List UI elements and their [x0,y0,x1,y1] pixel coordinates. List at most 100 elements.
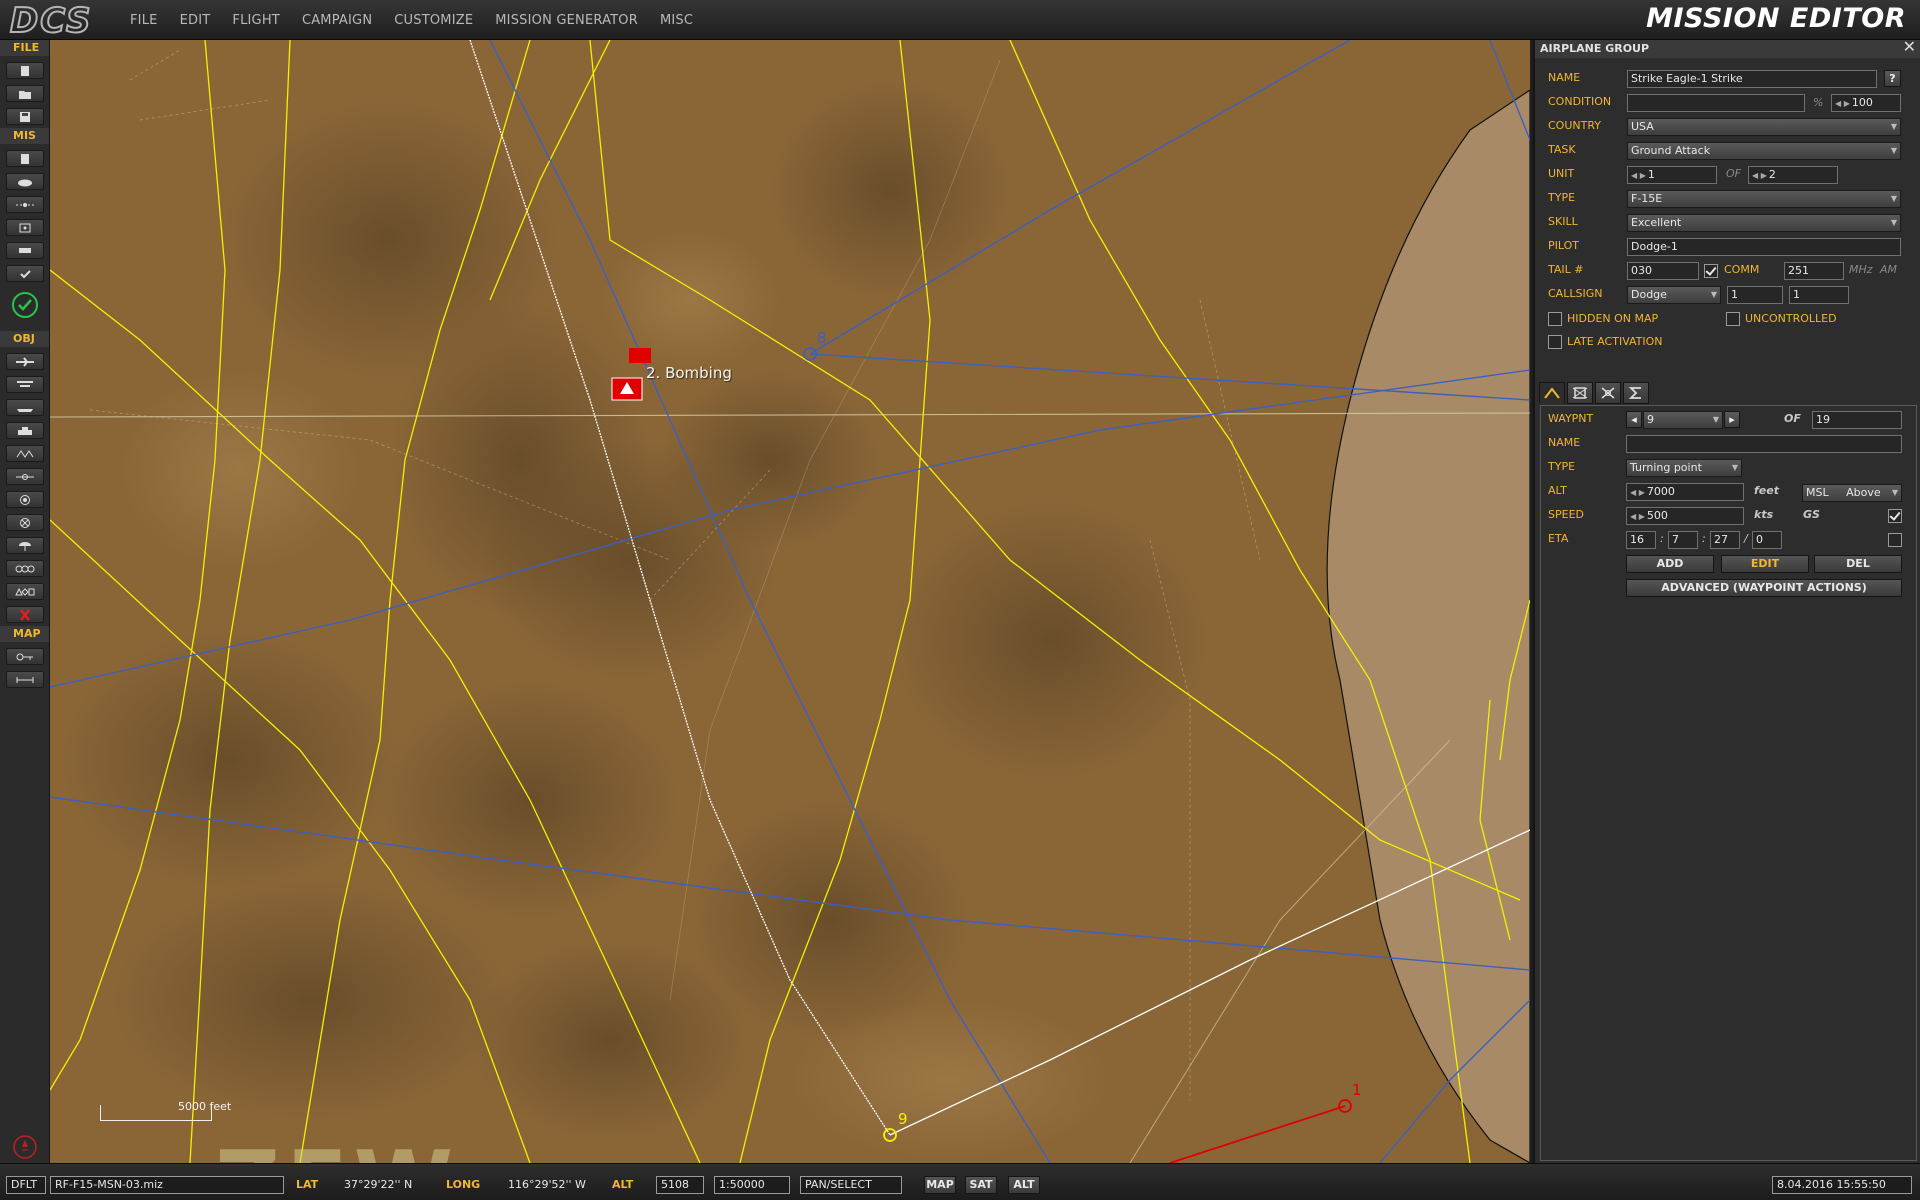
callsign-dropdown[interactable]: Dodge ▼ [1627,286,1721,304]
unit-count-spinner[interactable]: ◀ ▶ 2 [1748,166,1838,184]
hidden-on-map-checkbox[interactable] [1548,312,1562,326]
map-view-button[interactable]: MAP [924,1176,956,1194]
waypoint-label-9: 9 [898,1110,908,1128]
edit-waypoint-button[interactable]: EDIT [1721,555,1809,573]
triggers-button[interactable] [6,196,44,213]
save-mission-button[interactable] [6,108,44,125]
status-bar: DFLT RF-F15-MSN-03.miz LAT 37°29'22'' N … [0,1163,1920,1200]
chevron-down-icon: ▼ [1710,290,1717,299]
add-nav-point-button[interactable] [6,468,44,485]
add-static-button[interactable] [6,445,44,462]
delete-waypoint-button[interactable]: DEL [1814,555,1902,573]
add-zone-button[interactable] [6,491,44,508]
trigger-zone-button[interactable] [6,219,44,236]
prev-waypoint-button[interactable]: ◂ [1626,411,1642,428]
altitude-view-button[interactable]: ALT [1008,1176,1040,1194]
eta-second-field[interactable]: 0 [1752,531,1782,549]
help-button[interactable]: ? [1884,70,1901,87]
add-ship-button[interactable] [6,399,44,416]
add-airplane-button[interactable] [6,353,44,370]
tab-route[interactable] [1539,382,1565,404]
advanced-waypoint-actions-button[interactable]: ADVANCED (WAYPOINT ACTIONS) [1626,579,1902,597]
ruler-button[interactable] [6,671,44,688]
speed-lock-checkbox[interactable] [1888,509,1902,523]
target-flag-marker[interactable] [629,348,651,363]
uncontrolled-checkbox[interactable] [1726,312,1740,326]
eta-minute-field[interactable]: 27 [1710,531,1740,549]
menu-flight[interactable]: FLIGHT [232,13,280,28]
altitude-spinner[interactable]: ◀ ▶ 7000 [1626,483,1744,501]
menu-customize[interactable]: CUSTOMIZE [394,13,473,28]
static-object-icon [16,449,34,458]
menu-file[interactable]: FILE [130,13,158,28]
eta-day-field[interactable]: 16 [1626,531,1656,549]
compass-icon[interactable] [12,1134,38,1160]
aircraft-type-dropdown[interactable]: F-15E ▼ [1627,190,1901,208]
main-menu: FILE EDIT FLIGHT CAMPAIGN CUSTOMIZE MISS… [130,0,715,40]
check-mission-button[interactable] [6,265,44,282]
close-icon[interactable]: ✕ [1903,38,1916,56]
menu-misc[interactable]: MISC [660,13,693,28]
group-name-field[interactable]: Strike Eagle-1 Strike [1627,70,1877,88]
tail-number-field[interactable]: 030 [1627,262,1699,280]
map-options-button[interactable] [6,648,44,665]
shapes-icon [15,587,35,596]
eta-lock-checkbox[interactable] [1888,533,1902,547]
mission-map[interactable]: 2. Bombing 8 9 1 ZEW 5000 feet [50,40,1530,1163]
menu-edit[interactable]: EDIT [180,13,211,28]
menu-campaign[interactable]: CAMPAIGN [302,13,372,28]
weather-button[interactable] [6,173,44,190]
open-mission-button[interactable] [6,85,44,102]
delete-object-button[interactable] [6,606,44,623]
waypoint-editor: WAYPNT ◂ 9 ▼ ▸ OF 19 NAME TYPE Turning po… [1540,405,1917,1161]
mission-file-name: RF-F15-MSN-03.miz [50,1176,284,1194]
payload-tab-icon [1601,387,1615,399]
unit-spinner[interactable]: ◀ ▶ 1 [1627,166,1717,184]
country-label: COUNTRY [1548,119,1601,132]
menu-mission-generator[interactable]: MISSION GENERATOR [495,13,638,28]
route-tab-icon [1544,387,1560,399]
skill-dropdown[interactable]: Excellent ▼ [1627,214,1901,232]
flag-icon [19,247,31,253]
add-marker-button[interactable] [6,514,44,531]
waypoint-dropdown[interactable]: 9 ▼ [1643,411,1723,429]
next-waypoint-button[interactable]: ▸ [1724,411,1740,428]
satellite-view-button[interactable]: SAT [965,1176,997,1194]
eta-hour-field[interactable]: 7 [1668,531,1698,549]
mission-valid-icon[interactable] [10,290,40,320]
panel-header: AIRPLANE GROUP ✕ [1535,38,1920,58]
pilot-field[interactable]: Dodge-1 [1627,238,1901,256]
tab-payload[interactable] [1595,382,1621,404]
speed-spinner[interactable]: ◀ ▶ 500 [1626,507,1744,525]
chevron-down-icon: ▼ [1890,218,1897,227]
comm-frequency-field[interactable]: 251 [1784,262,1844,280]
condition-percent-spinner[interactable]: ◀ ▶ 100 [1831,94,1901,112]
add-parachute-button[interactable] [6,537,44,554]
briefing-button[interactable] [6,150,44,167]
uncontrolled-label: UNCONTROLLED [1745,312,1837,325]
country-value: USA [1631,120,1654,133]
task-dropdown[interactable]: Ground Attack ▼ [1627,142,1901,160]
goals-button[interactable] [6,242,44,259]
add-template-button[interactable] [6,560,44,577]
late-activation-checkbox[interactable] [1548,335,1562,349]
callsign-number-2[interactable]: 1 [1789,286,1849,304]
add-helicopter-button[interactable] [6,376,44,393]
waypoint-name-field[interactable] [1626,435,1902,453]
callsign-number-1[interactable]: 1 [1727,286,1783,304]
tab-targets[interactable] [1567,382,1593,404]
country-dropdown[interactable]: USA ▼ [1627,118,1901,136]
waypoint-type-dropdown[interactable]: Turning point ▼ [1626,459,1742,477]
condition-field[interactable] [1627,94,1805,112]
key-icon [16,653,33,660]
altitude-reference-dropdown[interactable]: MSL Above ▼ [1802,484,1902,502]
tab-summary[interactable] [1623,382,1649,404]
add-vehicle-button[interactable] [6,422,44,439]
eta-sep-2: : [1702,532,1706,545]
new-mission-button[interactable] [6,62,44,79]
add-shapes-button[interactable] [6,583,44,600]
left-toolbar: FILE MIS OBJ MAP [0,40,50,1163]
wp-name-label: NAME [1548,436,1581,449]
add-waypoint-button[interactable]: ADD [1626,555,1714,573]
comm-checkbox[interactable] [1704,264,1718,278]
